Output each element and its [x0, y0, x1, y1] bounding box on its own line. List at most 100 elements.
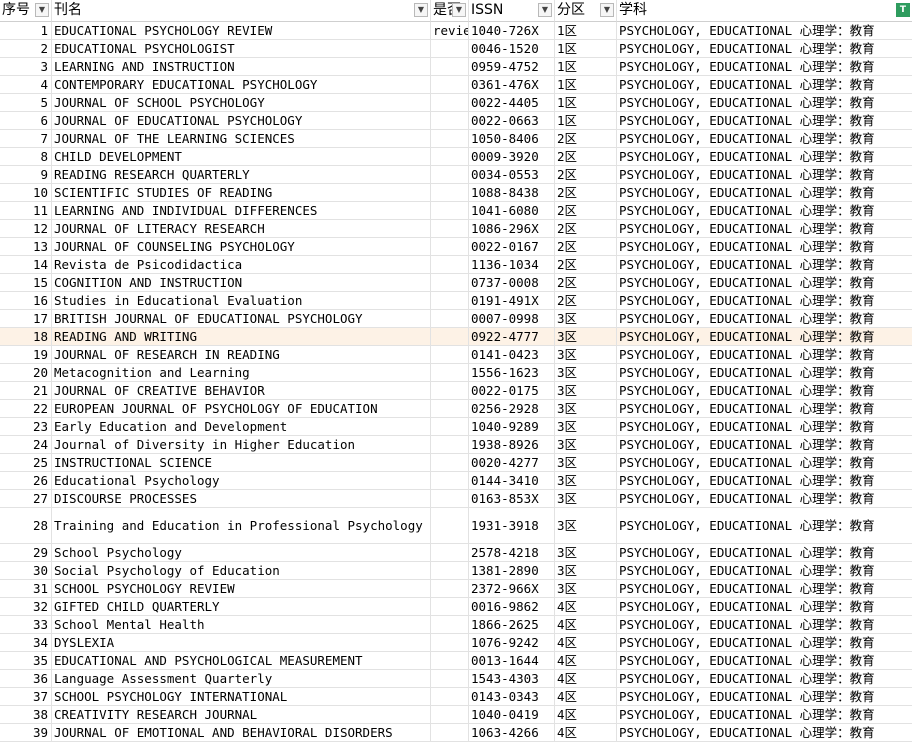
cell-flag[interactable]: [431, 148, 469, 166]
cell-index[interactable]: 32: [0, 598, 52, 616]
header-cell-zone[interactable]: 分区 ▼: [555, 0, 617, 22]
cell-flag[interactable]: [431, 58, 469, 76]
cell-journal-name[interactable]: JOURNAL OF SCHOOL PSYCHOLOGY: [52, 94, 431, 112]
cell-index[interactable]: 1: [0, 22, 52, 40]
cell-subject[interactable]: PSYCHOLOGY, EDUCATIONAL 心理学：教育: [617, 40, 912, 58]
cell-flag[interactable]: [431, 328, 469, 346]
table-row[interactable]: 7 JOURNAL OF THE LEARNING SCIENCES 1050-84…: [0, 130, 912, 148]
cell-journal-name[interactable]: Journal of Diversity in Higher Education: [52, 436, 431, 454]
cell-flag[interactable]: [431, 382, 469, 400]
cell-zone[interactable]: 3区: [555, 346, 617, 364]
cell-zone[interactable]: 2区: [555, 274, 617, 292]
cell-journal-name[interactable]: JOURNAL OF COUNSELING PSYCHOLOGY: [52, 238, 431, 256]
table-row[interactable]: 15 COGNITION AND INSTRUCTION 0737-0008 2区 PS…: [0, 274, 912, 292]
filter-dropdown-icon[interactable]: ▼: [414, 3, 428, 17]
cell-subject[interactable]: PSYCHOLOGY, EDUCATIONAL 心理学：教育: [617, 670, 912, 688]
cell-issn[interactable]: 0022-0175: [469, 382, 555, 400]
cell-journal-name[interactable]: CONTEMPORARY EDUCATIONAL PSYCHOLOGY: [52, 76, 431, 94]
cell-zone[interactable]: 4区: [555, 688, 617, 706]
table-row[interactable]: 2 EDUCATIONAL PSYCHOLOGIST 0046-1520 1区 PSYC…: [0, 40, 912, 58]
cell-journal-name[interactable]: JOURNAL OF EMOTIONAL AND BEHAVIORAL DISO…: [52, 724, 431, 742]
cell-issn[interactable]: 1041-6080: [469, 202, 555, 220]
cell-flag[interactable]: [431, 76, 469, 94]
cell-index[interactable]: 11: [0, 202, 52, 220]
cell-journal-name[interactable]: GIFTED CHILD QUARTERLY: [52, 598, 431, 616]
cell-index[interactable]: 34: [0, 634, 52, 652]
table-row[interactable]: 16 Studies in Educational Evaluation 0191-…: [0, 292, 912, 310]
cell-zone[interactable]: 2区: [555, 220, 617, 238]
cell-subject[interactable]: PSYCHOLOGY, EDUCATIONAL 心理学：教育: [617, 580, 912, 598]
cell-subject[interactable]: PSYCHOLOGY, EDUCATIONAL 心理学：教育: [617, 22, 912, 40]
cell-flag[interactable]: [431, 472, 469, 490]
cell-zone[interactable]: 3区: [555, 580, 617, 598]
cell-issn[interactable]: 0009-3920: [469, 148, 555, 166]
table-row[interactable]: 3 LEARNING AND INSTRUCTION 0959-4752 1区 PSYC…: [0, 58, 912, 76]
cell-flag[interactable]: [431, 346, 469, 364]
cell-subject[interactable]: PSYCHOLOGY, EDUCATIONAL 心理学：教育: [617, 364, 912, 382]
cell-index[interactable]: 20: [0, 364, 52, 382]
cell-journal-name[interactable]: SCIENTIFIC STUDIES OF READING: [52, 184, 431, 202]
cell-journal-name[interactable]: BRITISH JOURNAL OF EDUCATIONAL PSYCHOLOG…: [52, 310, 431, 328]
cell-zone[interactable]: 2区: [555, 184, 617, 202]
cell-subject[interactable]: PSYCHOLOGY, EDUCATIONAL 心理学：教育: [617, 202, 912, 220]
cell-subject[interactable]: PSYCHOLOGY, EDUCATIONAL 心理学：教育: [617, 130, 912, 148]
cell-zone[interactable]: 3区: [555, 436, 617, 454]
cell-zone[interactable]: 4区: [555, 634, 617, 652]
cell-issn[interactable]: 0007-0998: [469, 310, 555, 328]
cell-subject[interactable]: PSYCHOLOGY, EDUCATIONAL 心理学：教育: [617, 436, 912, 454]
cell-journal-name[interactable]: DISCOURSE PROCESSES: [52, 490, 431, 508]
cell-zone[interactable]: 3区: [555, 310, 617, 328]
cell-flag[interactable]: [431, 436, 469, 454]
cell-issn[interactable]: 0013-1644: [469, 652, 555, 670]
cell-index[interactable]: 7: [0, 130, 52, 148]
cell-index[interactable]: 18: [0, 328, 52, 346]
cell-zone[interactable]: 1区: [555, 22, 617, 40]
cell-journal-name[interactable]: COGNITION AND INSTRUCTION: [52, 274, 431, 292]
cell-zone[interactable]: 2区: [555, 148, 617, 166]
cell-index[interactable]: 31: [0, 580, 52, 598]
cell-journal-name[interactable]: Social Psychology of Education: [52, 562, 431, 580]
cell-index[interactable]: 17: [0, 310, 52, 328]
filter-dropdown-icon[interactable]: ▼: [452, 3, 466, 17]
cell-journal-name[interactable]: JOURNAL OF RESEARCH IN READING: [52, 346, 431, 364]
header-cell-issn[interactable]: ISSN ▼: [469, 0, 555, 22]
cell-index[interactable]: 10: [0, 184, 52, 202]
cell-subject[interactable]: PSYCHOLOGY, EDUCATIONAL 心理学：教育: [617, 94, 912, 112]
cell-issn[interactable]: 0020-4277: [469, 454, 555, 472]
table-row[interactable]: 38 CREATIVITY RESEARCH JOURNAL 1040-0419 4区…: [0, 706, 912, 724]
cell-subject[interactable]: PSYCHOLOGY, EDUCATIONAL 心理学：教育: [617, 166, 912, 184]
cell-issn[interactable]: 0022-0167: [469, 238, 555, 256]
cell-zone[interactable]: 3区: [555, 454, 617, 472]
cell-flag[interactable]: [431, 688, 469, 706]
cell-flag[interactable]: [431, 634, 469, 652]
cell-zone[interactable]: 3区: [555, 382, 617, 400]
cell-issn[interactable]: 0022-4405: [469, 94, 555, 112]
cell-flag[interactable]: [431, 508, 469, 544]
cell-flag[interactable]: revie: [431, 22, 469, 40]
cell-subject[interactable]: PSYCHOLOGY, EDUCATIONAL 心理学：教育: [617, 598, 912, 616]
cell-issn[interactable]: 1136-1034: [469, 256, 555, 274]
cell-index[interactable]: 29: [0, 544, 52, 562]
table-row[interactable]: 39 JOURNAL OF EMOTIONAL AND BEHAVIORAL DI…: [0, 724, 912, 742]
cell-flag[interactable]: [431, 544, 469, 562]
cell-index[interactable]: 23: [0, 418, 52, 436]
cell-index[interactable]: 12: [0, 220, 52, 238]
cell-issn[interactable]: 1040-9289: [469, 418, 555, 436]
cell-journal-name[interactable]: SCHOOL PSYCHOLOGY INTERNATIONAL: [52, 688, 431, 706]
table-row[interactable]: 22 EUROPEAN JOURNAL OF PSYCHOLOGY OF EDUC…: [0, 400, 912, 418]
cell-journal-name[interactable]: Metacognition and Learning: [52, 364, 431, 382]
cell-issn[interactable]: 0256-2928: [469, 400, 555, 418]
cell-subject[interactable]: PSYCHOLOGY, EDUCATIONAL 心理学：教育: [617, 562, 912, 580]
cell-flag[interactable]: [431, 130, 469, 148]
header-cell-journal-name[interactable]: 刊名 ▼: [52, 0, 431, 22]
cell-subject[interactable]: PSYCHOLOGY, EDUCATIONAL 心理学：教育: [617, 418, 912, 436]
cell-issn[interactable]: 1063-4266: [469, 724, 555, 742]
cell-journal-name[interactable]: READING RESEARCH QUARTERLY: [52, 166, 431, 184]
cell-index[interactable]: 27: [0, 490, 52, 508]
cell-issn[interactable]: 1040-0419: [469, 706, 555, 724]
cell-zone[interactable]: 3区: [555, 328, 617, 346]
header-cell-subject[interactable]: 学科 T: [617, 0, 912, 22]
table-row[interactable]: 8 CHILD DEVELOPMENT 0009-3920 2区 PSYCHOLOGY,…: [0, 148, 912, 166]
cell-flag[interactable]: [431, 166, 469, 184]
table-row[interactable]: 23 Early Education and Development 1040-92…: [0, 418, 912, 436]
